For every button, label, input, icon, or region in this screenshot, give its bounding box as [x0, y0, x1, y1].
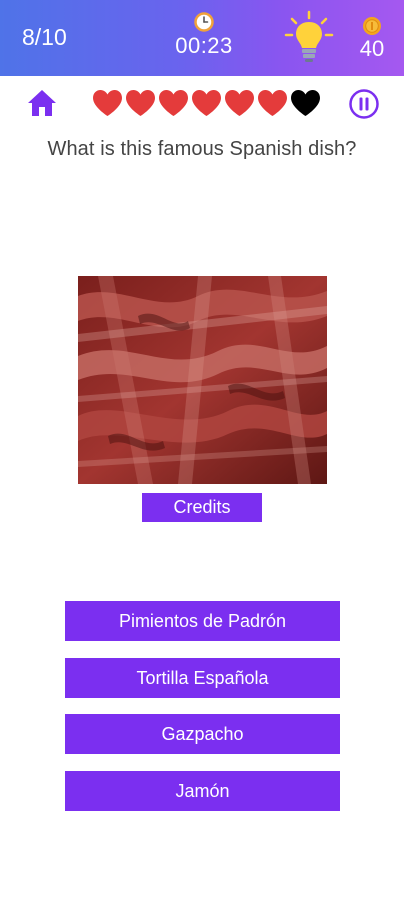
question-progress: 8/10 [22, 24, 67, 50]
heart-full-icon [225, 90, 254, 116]
answer-option-1[interactable]: Pimientos de Padrón [65, 601, 340, 641]
heart-full-icon [159, 90, 188, 116]
coin-count: 40 [359, 36, 385, 61]
lightbulb-icon[interactable] [284, 10, 334, 64]
top-bar: 8/10 00:23 40 [0, 0, 404, 76]
question-text: What is this famous Spanish dish? [47, 138, 357, 160]
clock-icon [194, 12, 214, 32]
home-icon[interactable] [26, 87, 58, 119]
coin-counter: 40 [352, 16, 392, 62]
pause-icon[interactable] [348, 88, 380, 120]
lives-hearts [91, 88, 322, 118]
heart-lost-icon [291, 90, 320, 116]
credits-button[interactable]: Credits [142, 493, 262, 522]
answer-option-3[interactable]: Gazpacho [65, 714, 340, 754]
timer-value: 00:23 [175, 33, 233, 58]
question-image [78, 276, 327, 484]
answer-option-2[interactable]: Tortilla Española [65, 658, 340, 698]
answer-option-4[interactable]: Jamón [65, 771, 340, 811]
heart-full-icon [126, 90, 155, 116]
heart-full-icon [192, 90, 221, 116]
coin-icon [363, 17, 381, 35]
heart-full-icon [93, 90, 122, 116]
heart-full-icon [258, 90, 287, 116]
timer: 00:23 [160, 12, 248, 59]
